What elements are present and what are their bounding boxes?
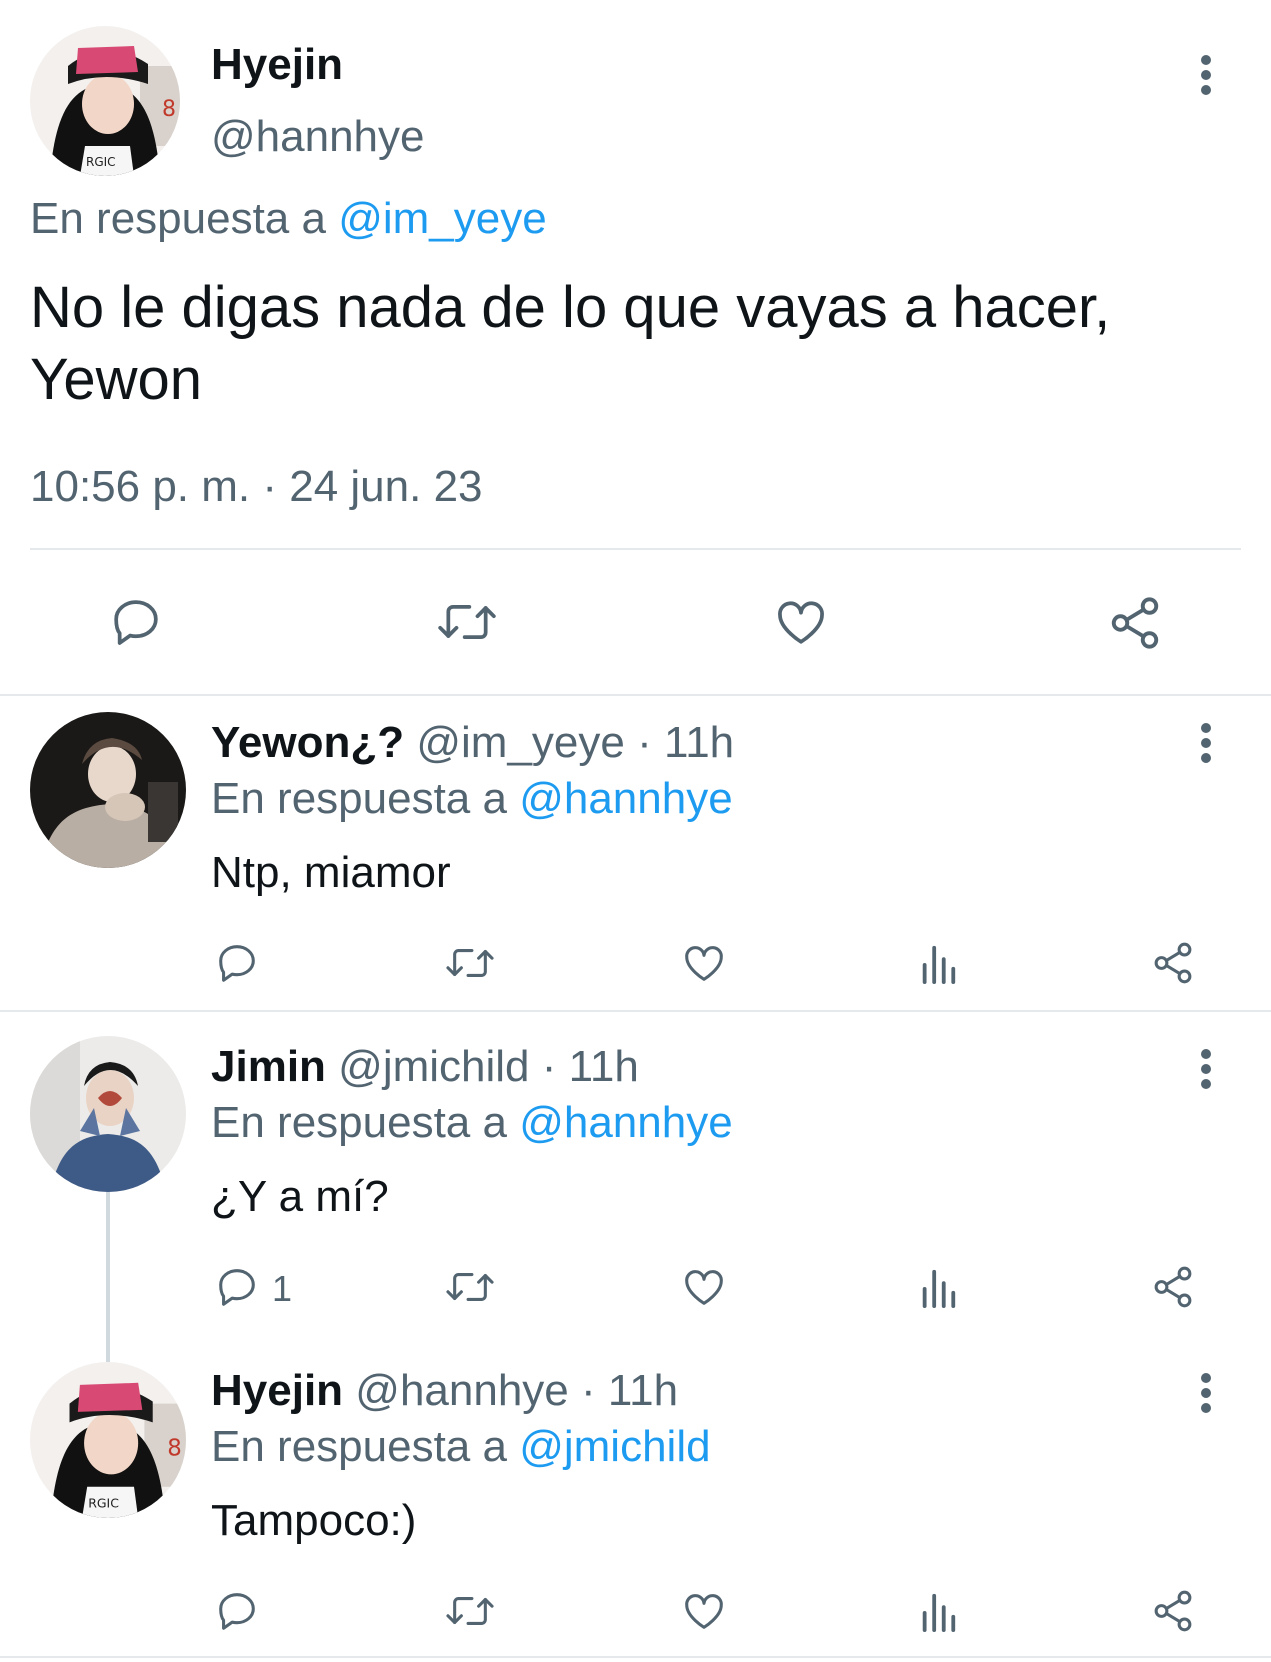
more-options-icon[interactable]: [1191, 1046, 1221, 1092]
tweet-header: Yewon¿? @im_yeye · 11h: [211, 718, 734, 768]
display-name[interactable]: Yewon¿?: [211, 718, 404, 767]
display-name[interactable]: Jimin: [211, 1042, 326, 1091]
tweet-text-line: Yewon: [30, 347, 203, 412]
handle[interactable]: @hannhye: [211, 112, 425, 162]
replying-to: En respuesta a @hannhye: [211, 1098, 733, 1148]
retweet-icon[interactable]: [444, 1588, 496, 1634]
avatar-image: RGIC 8: [30, 26, 180, 176]
reply-count: 1: [272, 1268, 293, 1309]
handle[interactable]: @hannhye: [355, 1366, 569, 1415]
handle[interactable]: @jmichild: [338, 1042, 529, 1091]
more-options-icon[interactable]: [1191, 1370, 1221, 1416]
thread-connector: [106, 1192, 110, 1362]
tweet-text-line: No le digas nada de lo que vayas a hacer…: [30, 275, 1111, 340]
views-icon[interactable]: [918, 1266, 958, 1308]
tweet-text: Tampoco:): [211, 1496, 417, 1545]
divider: [0, 1010, 1271, 1012]
replying-to-handle[interactable]: @jmichild: [519, 1422, 710, 1471]
share-icon[interactable]: [1106, 594, 1164, 652]
avatar[interactable]: RGIC 8: [30, 1362, 186, 1518]
replying-to-handle[interactable]: @hannhye: [519, 774, 733, 823]
tweet-time[interactable]: · 11h: [637, 718, 734, 767]
share-icon[interactable]: [1150, 1588, 1196, 1634]
retweet-icon[interactable]: [444, 1264, 496, 1310]
reply-icon[interactable]: [108, 594, 164, 650]
replying-to-label: En respuesta a: [30, 194, 326, 243]
divider: [0, 694, 1271, 696]
like-icon[interactable]: [680, 1588, 728, 1634]
retweet-icon[interactable]: [444, 940, 496, 986]
tweet-header: Jimin @jmichild · 11h: [211, 1042, 639, 1092]
svg-text:8: 8: [162, 97, 176, 122]
tweet-time[interactable]: · 11h: [542, 1042, 639, 1091]
svg-text:RGIC: RGIC: [86, 155, 116, 169]
more-options-icon[interactable]: [1191, 52, 1221, 98]
replying-to: En respuesta a @hannhye: [211, 774, 733, 824]
like-icon[interactable]: [772, 594, 830, 650]
like-icon[interactable]: [680, 1264, 728, 1310]
reply-icon[interactable]: [214, 1264, 260, 1310]
tweet-header: Hyejin @hannhye · 11h: [211, 1366, 678, 1416]
replying-to-handle[interactable]: @hannhye: [519, 1098, 733, 1147]
avatar-image: RGIC 8: [30, 1362, 186, 1518]
tweet-text: No le digas nada de lo que vayas a hacer…: [30, 272, 1110, 416]
replying-to: En respuesta a @im_yeye: [30, 194, 547, 244]
tweet-time[interactable]: · 11h: [581, 1366, 678, 1415]
avatar[interactable]: [30, 712, 186, 868]
divider: [0, 1656, 1271, 1658]
handle[interactable]: @im_yeye: [416, 718, 625, 767]
reply-icon[interactable]: [214, 1588, 260, 1634]
display-name[interactable]: Hyejin: [211, 1366, 343, 1415]
replying-to-label: En respuesta a: [211, 1098, 507, 1147]
like-icon[interactable]: [680, 940, 728, 986]
retweet-icon[interactable]: [436, 594, 498, 650]
share-icon[interactable]: [1150, 1264, 1196, 1310]
replying-to-label: En respuesta a: [211, 774, 507, 823]
avatar-image: [30, 712, 186, 868]
replying-to: En respuesta a @jmichild: [211, 1422, 711, 1472]
reply-icon[interactable]: [214, 940, 260, 986]
display-name[interactable]: Hyejin: [211, 40, 343, 90]
tweet-timestamp[interactable]: 10:56 p. m. · 24 jun. 23: [30, 462, 483, 512]
replying-to-handle[interactable]: @im_yeye: [338, 194, 547, 243]
divider: [30, 548, 1241, 550]
avatar[interactable]: RGIC 8: [30, 26, 180, 176]
avatar[interactable]: [30, 1036, 186, 1192]
avatar-image: [30, 1036, 186, 1192]
share-icon[interactable]: [1150, 940, 1196, 986]
tweet-text: Ntp, miamor: [211, 848, 451, 897]
views-icon[interactable]: [918, 942, 958, 984]
svg-text:8: 8: [167, 1436, 182, 1462]
replying-to-label: En respuesta a: [211, 1422, 507, 1471]
svg-text:RGIC: RGIC: [88, 1496, 119, 1511]
tweet-text: ¿Y a mí?: [211, 1172, 389, 1221]
views-icon[interactable]: [918, 1590, 958, 1632]
more-options-icon[interactable]: [1191, 720, 1221, 766]
